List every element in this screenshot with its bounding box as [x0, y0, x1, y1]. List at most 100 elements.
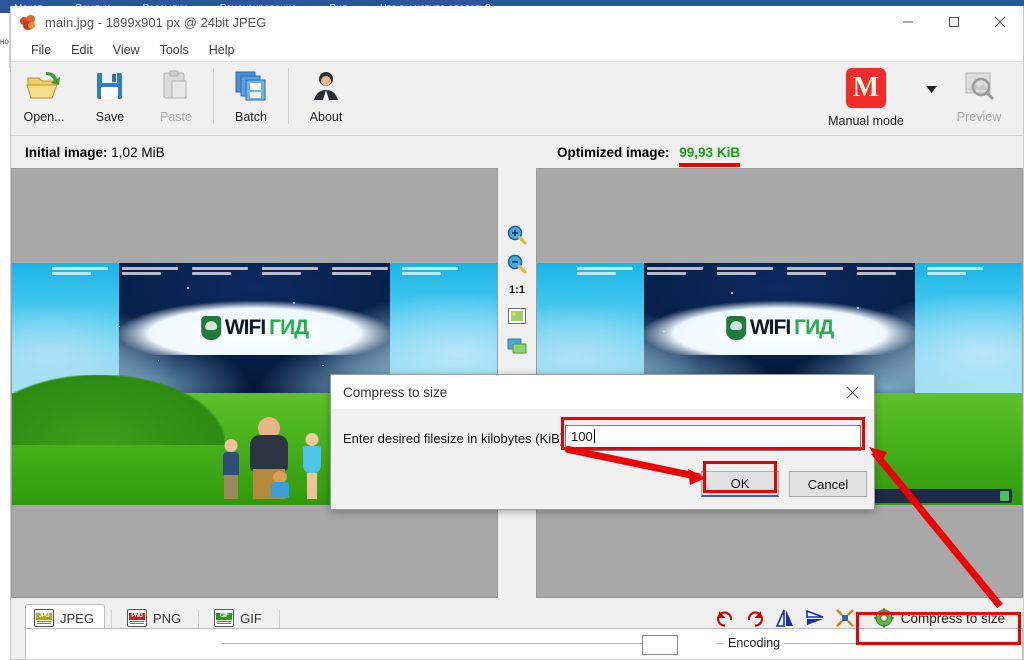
open-button-label: Open...: [23, 110, 65, 124]
toolbar-separator: [213, 68, 214, 124]
logo-text-wifi: WIFI: [224, 316, 266, 339]
logo-text-gid: ГИД: [794, 316, 834, 339]
fit-image-icon[interactable]: [506, 305, 528, 327]
batch-button-label: Batch: [235, 110, 267, 124]
text-caret: [593, 429, 595, 443]
green-gear-icon: [874, 608, 894, 628]
wifi-shield-icon: [200, 316, 221, 340]
menu-edit[interactable]: Edit: [61, 41, 103, 59]
bottom-panel: JPG JPEG PNG PNG GIF GIF Compress to siz…: [11, 598, 1023, 659]
manual-mode-label: Manual mode: [828, 114, 904, 128]
screen-root: Макет Ссылки Рассылки Рецензирование Вид…: [0, 0, 1024, 660]
optimized-image-value: 99,93 KiB: [679, 144, 741, 167]
quality-value-field[interactable]: [642, 635, 678, 655]
window-controls: [885, 6, 1023, 38]
manual-mode-badge-icon: M: [846, 68, 886, 108]
menu-tools[interactable]: Tools: [150, 41, 199, 59]
dialog-title: Compress to size: [343, 384, 448, 400]
preview-button-label: Preview: [956, 110, 1002, 124]
image-topnav-decor: [12, 267, 497, 285]
main-toolbar: Open... Save Paste Batch About M Manual …: [11, 62, 1023, 136]
gif-badge: GIF: [216, 613, 233, 620]
wifigid-logo: WIFI ГИД: [118, 301, 391, 355]
tab-separator: [110, 610, 112, 628]
tab-jpeg-label: JPEG: [60, 610, 94, 626]
paste-button-label: Paste: [160, 110, 192, 124]
save-button-label: Save: [95, 110, 125, 124]
maximize-button[interactable]: [931, 6, 977, 38]
filesize-input[interactable]: 100: [565, 425, 861, 451]
filesize-input-value: 100: [571, 429, 593, 444]
person-icon: [306, 68, 346, 106]
flip-vertical-icon[interactable]: [804, 607, 826, 629]
window-title: main.jpg - 1899x901 px @ 24bit JPEG: [45, 14, 267, 30]
wifi-shield-icon: [725, 316, 746, 340]
menu-help[interactable]: Help: [199, 41, 245, 59]
riot-main-window: main.jpg - 1899x901 px @ 24bit JPEG File…: [10, 6, 1024, 660]
ok-button[interactable]: OK: [701, 471, 779, 497]
cancel-button[interactable]: Cancel: [789, 471, 867, 497]
logo-text-gid: ГИД: [269, 316, 309, 339]
preview-magnifier-icon: [959, 68, 999, 106]
open-button[interactable]: Open...: [11, 62, 77, 132]
initial-image-value: 1,02 MiB: [111, 144, 165, 160]
open-folder-icon: [24, 68, 64, 106]
png-badge: PNG: [128, 613, 145, 620]
encoding-group-label: Encoding: [724, 636, 785, 650]
tab-separator: [198, 610, 200, 628]
actual-size-button[interactable]: 1:1: [509, 284, 525, 296]
dialog-titlebar: Compress to size: [331, 375, 874, 409]
optimized-value-underline-annotation: [679, 162, 741, 167]
background-document-text: но: [0, 37, 9, 46]
optimized-image-value-text: 99,93 KiB: [679, 144, 741, 160]
tab-separator: [278, 610, 280, 628]
rotate-left-icon[interactable]: [714, 607, 736, 629]
tab-gif-label: GIF: [240, 610, 262, 626]
clipboard-icon: [156, 68, 196, 106]
paste-button[interactable]: Paste: [143, 62, 209, 132]
dialog-close-button[interactable]: [830, 375, 874, 409]
optimized-image-info: Optimized image: 99,93 KiB: [557, 144, 741, 167]
compress-to-size-label: Compress to size: [900, 610, 1005, 626]
menu-file[interactable]: File: [21, 41, 61, 59]
image-topnav-decor: [537, 267, 1022, 285]
dialog-body: Enter desired filesize in kilobytes (KiB…: [331, 409, 874, 511]
hill-decor: [12, 375, 226, 445]
resize-icon[interactable]: [834, 607, 856, 629]
zoom-in-icon[interactable]: [506, 224, 528, 246]
rotate-right-icon[interactable]: [744, 607, 766, 629]
initial-image-label: Initial image:: [25, 144, 108, 160]
menu-view[interactable]: View: [103, 41, 150, 59]
riot-app-icon: [19, 13, 37, 31]
png-file-icon: PNG: [126, 609, 147, 627]
about-button-label: About: [309, 110, 343, 124]
tab-png-label: PNG: [152, 610, 182, 626]
jpeg-file-icon: JPG: [34, 609, 54, 627]
format-settings-panel: Encoding: [25, 628, 1023, 659]
toolbar-right-group: M Manual mode Preview: [811, 62, 1017, 136]
logo-text-wifi: WIFI: [749, 316, 791, 339]
manual-mode-button[interactable]: M Manual mode: [811, 62, 921, 128]
characters-decor: [196, 415, 342, 499]
preview-button[interactable]: Preview: [941, 62, 1017, 124]
manual-mode-dropdown[interactable]: [921, 62, 941, 132]
gif-file-icon: GIF: [214, 609, 235, 627]
flip-horizontal-icon[interactable]: [774, 607, 796, 629]
about-button[interactable]: About: [293, 62, 359, 132]
toolbar-separator: [288, 68, 289, 124]
image-taskbar-decor: [866, 489, 1013, 503]
menubar: File Edit View Tools Help: [11, 38, 1023, 62]
dialog-prompt-label: Enter desired filesize in kilobytes (KiB…: [343, 431, 565, 446]
zoom-out-icon[interactable]: [506, 253, 528, 275]
save-button[interactable]: Save: [77, 62, 143, 132]
fit-window-icon[interactable]: [506, 334, 528, 356]
batch-files-icon: [231, 68, 271, 106]
close-button[interactable]: [977, 6, 1023, 38]
window-titlebar: main.jpg - 1899x901 px @ 24bit JPEG: [11, 6, 1023, 38]
floppy-disk-icon: [90, 68, 130, 106]
minimize-button[interactable]: [885, 6, 931, 38]
batch-button[interactable]: Batch: [218, 62, 284, 132]
encoding-group: Encoding: [716, 636, 1016, 659]
optimized-image-label: Optimized image:: [557, 144, 670, 160]
initial-image-info: Initial image: 1,02 MiB: [25, 145, 165, 160]
